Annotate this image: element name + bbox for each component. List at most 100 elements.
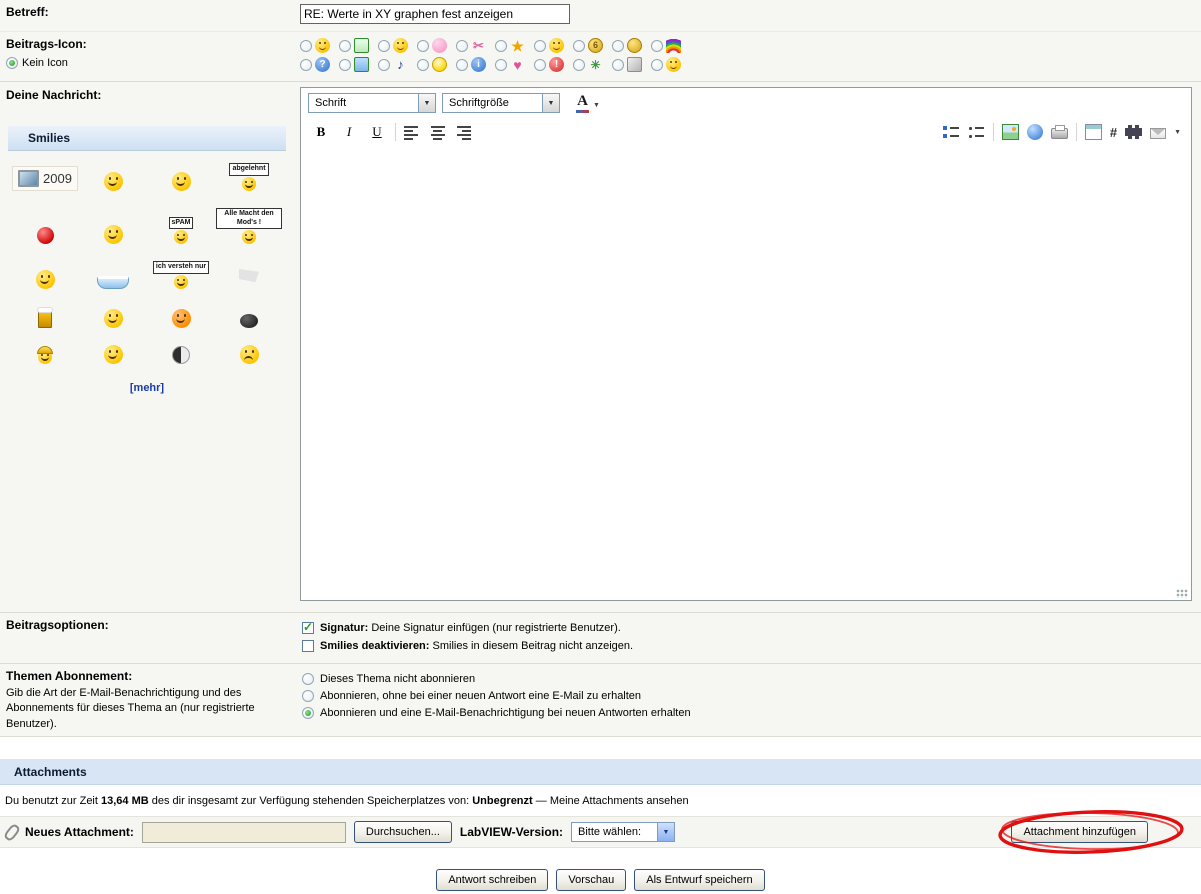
talk-smiley[interactable]	[35, 270, 55, 289]
code-icon[interactable]: #	[1110, 125, 1117, 140]
align-center-icon[interactable]	[429, 124, 446, 140]
angry-smiley[interactable]	[239, 345, 259, 364]
post-icon-radio[interactable]	[495, 39, 507, 52]
insert-image-icon[interactable]	[1001, 124, 1019, 140]
post-icon-radio[interactable]	[573, 39, 585, 52]
bomb-smiley[interactable]	[240, 314, 258, 328]
wink-smiley[interactable]	[103, 171, 123, 191]
post-icon-option: ✳	[573, 57, 603, 72]
abgelehnt-sign-smiley[interactable]: abgelehnt	[229, 163, 269, 191]
post-icon-radio[interactable]	[651, 39, 663, 52]
smiley-face-icon	[242, 230, 256, 245]
font-color-a-icon: A	[577, 92, 588, 109]
font-size-select[interactable]: Schriftgröße ▼	[442, 93, 560, 113]
no-icon-radio[interactable]	[6, 57, 18, 69]
laugh-smiley[interactable]	[171, 171, 191, 191]
chevron-down-icon[interactable]: ▼	[657, 823, 675, 841]
post-icon-radio[interactable]	[612, 39, 624, 52]
halo-smiley-icon	[666, 57, 681, 72]
align-left-icon[interactable]	[404, 124, 421, 140]
add-attachment-button[interactable]: Attachment hinzufügen	[1011, 821, 1148, 843]
post-icon-option	[612, 38, 642, 53]
sail-smiley[interactable]	[239, 269, 259, 289]
submit-reply-button[interactable]: Antwort schreiben	[436, 869, 549, 891]
email-icon[interactable]	[1150, 127, 1167, 139]
post-icon-radio[interactable]	[651, 58, 663, 71]
disable-smilies-checkbox[interactable]	[302, 640, 314, 652]
reply-form-page: Betreff: Beitrags-Icon: Kein Icon ✂ ★ 6 ? ♪…	[0, 0, 1201, 891]
resize-grip-icon[interactable]	[1176, 589, 1188, 598]
tongue-smiley[interactable]	[103, 309, 123, 328]
post-icon-radio[interactable]	[612, 58, 624, 71]
subscribe-none-radio[interactable]	[302, 673, 314, 685]
subscription-option-text: Abonnieren, ohne bei einer neuen Antwort…	[320, 690, 642, 702]
ordered-list-icon[interactable]	[942, 124, 960, 140]
post-icon-radio[interactable]	[417, 58, 429, 71]
post-option-line: Smilies deaktivieren: Smilies in diesem …	[302, 640, 1201, 652]
font-family-select[interactable]: Schrift ▼	[308, 93, 436, 113]
post-icon-option	[339, 38, 369, 53]
moon-smiley[interactable]	[172, 346, 190, 364]
quote-icon[interactable]	[1084, 124, 1102, 140]
smilies-more-link[interactable]: [mehr]	[8, 382, 286, 394]
usage-middle: des dir insgesamt zur Verfügung stehende…	[148, 795, 473, 807]
post-icon-radio[interactable]	[378, 58, 390, 71]
save-draft-button[interactable]: Als Entwurf speichern	[634, 869, 765, 891]
laugh-smiley-icon	[315, 38, 330, 53]
mods-sign-smiley[interactable]: Alle Macht den Mod's !	[216, 207, 282, 245]
post-icon-radio[interactable]	[339, 39, 351, 52]
post-icon-radio[interactable]	[495, 58, 507, 71]
subscribe-email-radio[interactable]	[302, 707, 314, 719]
computer-2009-smiley[interactable]: 2009	[12, 165, 78, 191]
message-editor[interactable]	[301, 146, 1191, 600]
screen-icon	[354, 57, 369, 72]
chevron-down-icon[interactable]: ▼	[418, 94, 435, 112]
chevron-down-icon[interactable]: ▼	[542, 94, 559, 112]
chevron-down-icon[interactable]: ▼	[593, 102, 600, 113]
bullet-list-icon[interactable]	[967, 124, 985, 140]
builder-smiley[interactable]	[37, 346, 53, 364]
post-icon-radio[interactable]	[300, 39, 312, 52]
align-right-icon[interactable]	[454, 124, 471, 140]
italic-button[interactable]: I	[339, 122, 359, 142]
bold-button[interactable]: B	[311, 122, 331, 142]
smilies-panel: Smilies 2009 abgelehnt sPAM Alle Macht den …	[8, 126, 286, 394]
smiley-face-icon	[242, 176, 256, 191]
my-attachments-link[interactable]: Meine Attachments ansehen	[550, 795, 689, 807]
more-tools-dropdown[interactable]: ▼	[1174, 129, 1181, 136]
post-icon-radio[interactable]	[300, 58, 312, 71]
labview-version-select[interactable]: Bitte wählen: ▼	[571, 822, 676, 842]
subscribe-no-email-radio[interactable]	[302, 690, 314, 702]
question-icon: ?	[315, 57, 330, 72]
post-icon-radio[interactable]	[534, 39, 546, 52]
bahnhof-sign-smiley[interactable]: ich versteh nur	[152, 261, 210, 289]
spam-sign-smiley[interactable]: sPAM	[168, 216, 194, 245]
red-ball-smiley[interactable]	[36, 227, 54, 245]
subject-input[interactable]	[300, 4, 570, 24]
post-icon-radio[interactable]	[378, 39, 390, 52]
cool-smiley[interactable]	[171, 309, 191, 328]
post-icon-radio[interactable]	[417, 39, 429, 52]
underline-button[interactable]: U	[367, 122, 387, 142]
cheer-smiley[interactable]	[103, 225, 123, 245]
post-icon-radio[interactable]	[339, 58, 351, 71]
post-icon-radio[interactable]	[573, 58, 585, 71]
post-icon-radio[interactable]	[456, 39, 468, 52]
subject-row: Betreff:	[0, 0, 1201, 32]
signature-checkbox[interactable]	[302, 620, 314, 634]
php-icon[interactable]	[1125, 125, 1143, 139]
grin-smiley[interactable]	[103, 345, 123, 364]
post-icon-radio[interactable]	[534, 58, 546, 71]
preview-button[interactable]: Vorschau	[556, 869, 627, 891]
subscription-option-text: Dieses Thema nicht abonnieren	[320, 673, 476, 685]
bathtub-smiley[interactable]	[97, 276, 129, 289]
browse-button[interactable]: Durchsuchen...	[353, 821, 452, 843]
beer-smiley[interactable]	[37, 306, 53, 328]
post-icon-radio[interactable]	[456, 58, 468, 71]
insert-link-icon[interactable]	[1026, 124, 1043, 140]
font-color-button[interactable]: A ▼	[576, 92, 600, 113]
subscription-option-line: Abonnieren und eine E-Mail-Benachrichtig…	[302, 707, 1201, 719]
font-family-value: Schrift	[315, 97, 347, 109]
print-icon[interactable]	[1050, 125, 1068, 139]
attachment-file-input[interactable]	[141, 821, 346, 843]
